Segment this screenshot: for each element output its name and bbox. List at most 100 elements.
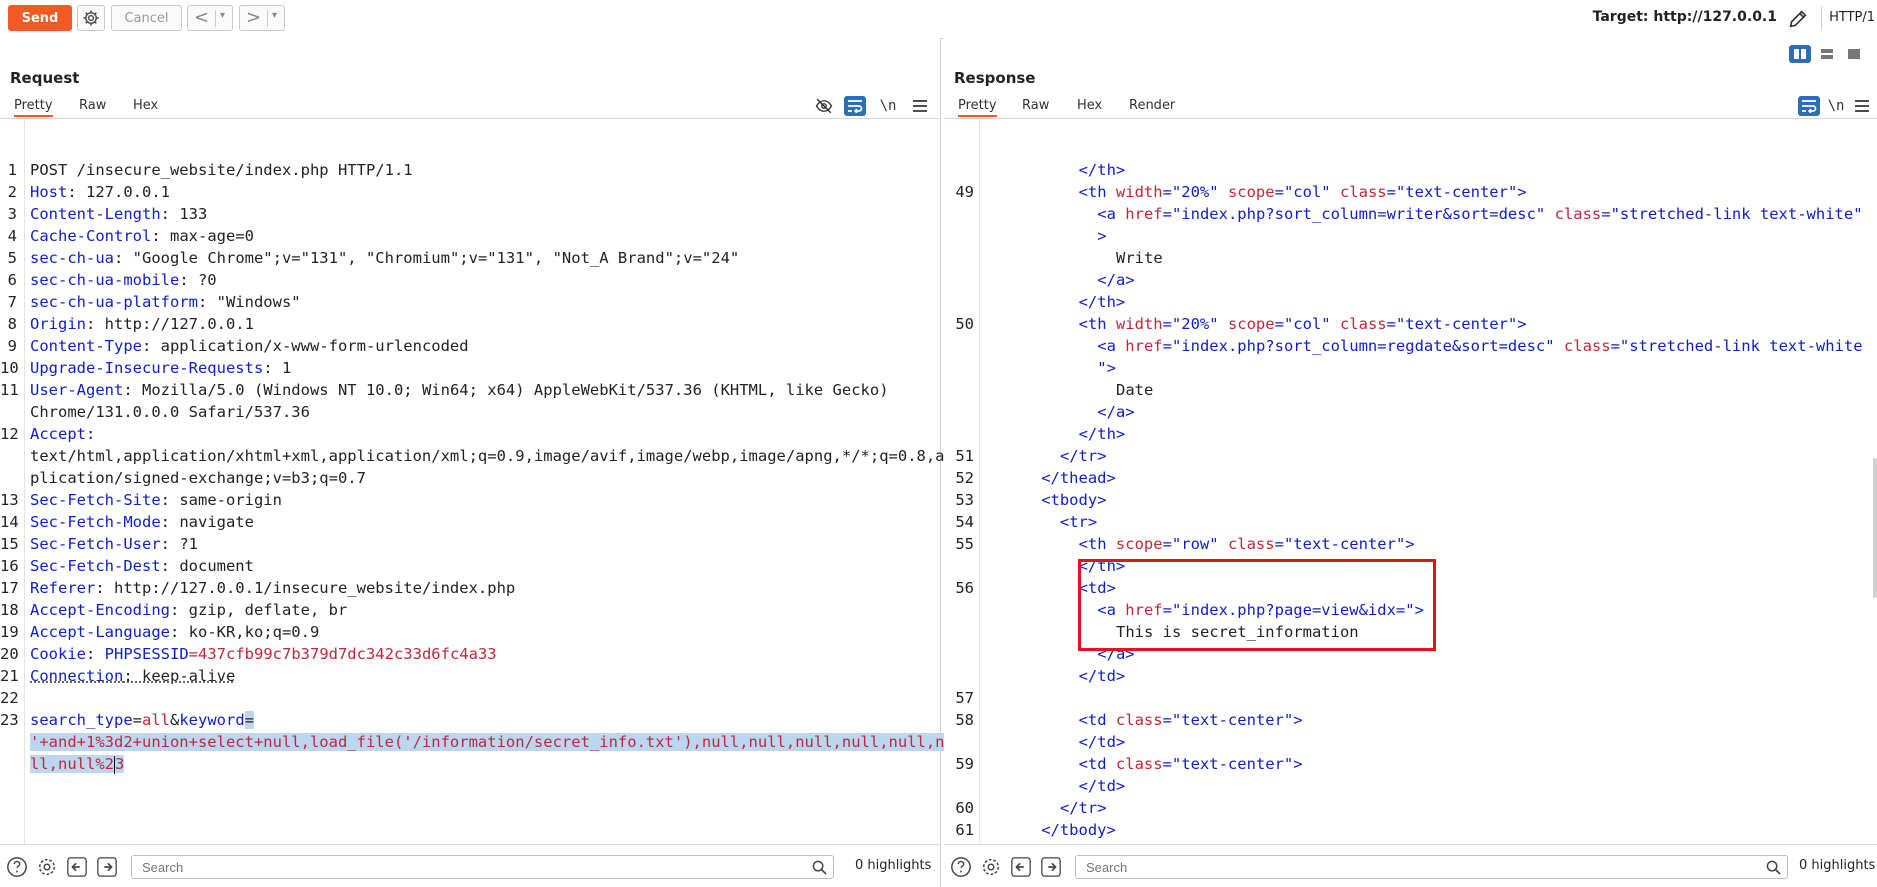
- send-button[interactable]: Send: [8, 5, 72, 31]
- show-newlines-button[interactable]: \n: [1825, 96, 1847, 116]
- forward-dropdown-icon[interactable]: ▾: [272, 10, 277, 21]
- layout-tabbed-button[interactable]: [1843, 45, 1865, 63]
- code-line[interactable]: Cache-Control: max-age=0: [30, 225, 254, 247]
- code-line[interactable]: <td class="text-center">: [1079, 709, 1303, 731]
- edit-target-button[interactable]: [1787, 8, 1809, 30]
- layout-stacked-button[interactable]: [1816, 45, 1838, 63]
- show-newlines-button[interactable]: \n: [877, 96, 899, 116]
- line-number: 2: [0, 181, 17, 203]
- code-line[interactable]: ">: [1097, 357, 1116, 379]
- code-line[interactable]: </td>: [1079, 665, 1126, 687]
- menu-button[interactable]: [909, 96, 931, 116]
- code-line[interactable]: Accept:: [30, 423, 95, 445]
- tab-pretty[interactable]: Pretty: [14, 98, 53, 117]
- hide-nonprintable-button[interactable]: [813, 96, 835, 116]
- previous-match-icon[interactable]: [66, 856, 88, 878]
- http-version-label[interactable]: HTTP/1: [1829, 10, 1875, 25]
- code-line[interactable]: Referer: http://127.0.0.1/insecure_websi…: [30, 577, 515, 599]
- code-line[interactable]: Chrome/131.0.0.0 Safari/537.36: [30, 401, 310, 423]
- tab-render[interactable]: Render: [1129, 98, 1175, 113]
- previous-match-icon[interactable]: [1010, 856, 1032, 878]
- tab-hex[interactable]: Hex: [133, 98, 158, 113]
- code-token: =": [1163, 183, 1182, 201]
- wrap-lines-button[interactable]: [1798, 96, 1820, 116]
- code-line[interactable]: Sec-Fetch-Dest: document: [30, 555, 254, 577]
- code-line[interactable]: '+and+1%3d2+union+select+null,load_file(…: [30, 731, 954, 753]
- wrap-lines-button[interactable]: [844, 96, 866, 116]
- gear-icon[interactable]: [980, 856, 1002, 878]
- code-line[interactable]: POST /insecure_website/index.php HTTP/1.…: [30, 159, 413, 181]
- code-line[interactable]: Content-Length: 133: [30, 203, 207, 225]
- code-line[interactable]: Accept-Encoding: gzip, deflate, br: [30, 599, 347, 621]
- code-line[interactable]: Content-Type: application/x-www-form-url…: [30, 335, 469, 357]
- code-line[interactable]: Cookie: PHPSESSID=437cfb99c7b379d7dc342c…: [30, 643, 497, 665]
- code-line[interactable]: Accept-Language: ko-KR,ko;q=0.9: [30, 621, 319, 643]
- code-token: text-center: [1405, 183, 1508, 201]
- menu-button[interactable]: [1851, 96, 1873, 116]
- code-line[interactable]: sec-ch-ua: "Google Chrome";v="131", "Chr…: [30, 247, 739, 269]
- code-line[interactable]: ll,null%23: [30, 753, 124, 775]
- code-line[interactable]: <tbody>: [1041, 489, 1106, 511]
- code-line[interactable]: Write: [1116, 247, 1163, 269]
- code-line[interactable]: search_type=all&keyword=: [30, 709, 254, 731]
- request-search-field[interactable]: [131, 855, 834, 879]
- code-line[interactable]: <th width="20%" scope="col" class="text-…: [1079, 313, 1527, 335]
- code-line[interactable]: </a>: [1097, 269, 1134, 291]
- cancel-button[interactable]: Cancel: [111, 5, 182, 31]
- code-line[interactable]: <th width="20%" scope="col" class="text-…: [1079, 181, 1527, 203]
- code-line[interactable]: <a href="index.php?sort_column=regdate&s…: [1097, 335, 1862, 357]
- code-line[interactable]: Sec-Fetch-Site: same-origin: [30, 489, 282, 511]
- request-editor-toolbar: \n: [813, 96, 933, 118]
- code-line[interactable]: </th>: [1079, 159, 1126, 181]
- back-dropdown-icon[interactable]: ▾: [220, 10, 225, 21]
- response-editor[interactable]: </th> 49 <th width="20%" scope="col" class…: [944, 159, 1877, 879]
- code-line[interactable]: Upgrade-Insecure-Requests: 1: [30, 357, 291, 379]
- code-line[interactable]: Connection: keep-alive: [30, 665, 235, 687]
- help-icon[interactable]: [6, 856, 28, 878]
- layout-side-by-side-button[interactable]: [1789, 45, 1811, 63]
- code-line[interactable]: <th scope="row" class="text-center">: [1079, 533, 1415, 555]
- code-line[interactable]: <tr>: [1060, 511, 1097, 533]
- search-input[interactable]: [1084, 859, 1657, 876]
- back-arrow-icon[interactable]: <: [194, 8, 209, 28]
- code-line[interactable]: </td>: [1079, 775, 1126, 797]
- help-icon[interactable]: [950, 856, 972, 878]
- code-line[interactable]: plication/signed-exchange;v=b3;q=0.7: [30, 467, 366, 489]
- tab-raw[interactable]: Raw: [79, 98, 106, 113]
- response-search-field[interactable]: [1075, 855, 1788, 879]
- next-match-icon[interactable]: [96, 856, 118, 878]
- tab-pretty[interactable]: Pretty: [958, 98, 997, 117]
- code-line[interactable]: <a href="index.php?sort_column=writer&so…: [1097, 203, 1862, 225]
- forward-button-group[interactable]: > ▾: [239, 5, 285, 31]
- code-line[interactable]: Sec-Fetch-Mode: navigate: [30, 511, 254, 533]
- code-line[interactable]: sec-ch-ua-platform: "Windows": [30, 291, 301, 313]
- code-line[interactable]: </th>: [1079, 291, 1126, 313]
- code-line[interactable]: Date: [1116, 379, 1153, 401]
- code-line[interactable]: Origin: http://127.0.0.1: [30, 313, 254, 335]
- next-match-icon[interactable]: [1040, 856, 1062, 878]
- code-line[interactable]: </tr>: [1060, 797, 1107, 819]
- gear-icon[interactable]: [36, 856, 58, 878]
- tab-hex[interactable]: Hex: [1077, 98, 1102, 113]
- code-line[interactable]: </th>: [1079, 423, 1126, 445]
- code-line[interactable]: </tr>: [1060, 445, 1107, 467]
- request-editor[interactable]: 1 POST /insecure_website/index.php HTTP/1…: [0, 159, 940, 879]
- code-line[interactable]: </a>: [1097, 401, 1134, 423]
- scrollbar[interactable]: [1873, 458, 1877, 598]
- tab-raw[interactable]: Raw: [1022, 98, 1049, 113]
- code-line[interactable]: sec-ch-ua-mobile: ?0: [30, 269, 217, 291]
- search-input[interactable]: [140, 859, 705, 876]
- code-line[interactable]: </thead>: [1041, 467, 1116, 489]
- back-button-group[interactable]: < ▾: [187, 5, 233, 31]
- code-line[interactable]: User-Agent: Mozilla/5.0 (Windows NT 10.0…: [30, 379, 889, 401]
- highlight-count: 0 highlights: [855, 858, 931, 873]
- code-line[interactable]: </td>: [1079, 731, 1126, 753]
- code-line[interactable]: Host: 127.0.0.1: [30, 181, 170, 203]
- code-line[interactable]: >: [1097, 225, 1106, 247]
- code-line[interactable]: <td class="text-center">: [1079, 753, 1303, 775]
- forward-arrow-icon[interactable]: >: [246, 8, 261, 28]
- settings-button[interactable]: [77, 5, 105, 31]
- code-line[interactable]: text/html,application/xhtml+xml,applicat…: [30, 445, 954, 467]
- code-line[interactable]: Sec-Fetch-User: ?1: [30, 533, 198, 555]
- code-line[interactable]: </tbody>: [1041, 819, 1116, 841]
